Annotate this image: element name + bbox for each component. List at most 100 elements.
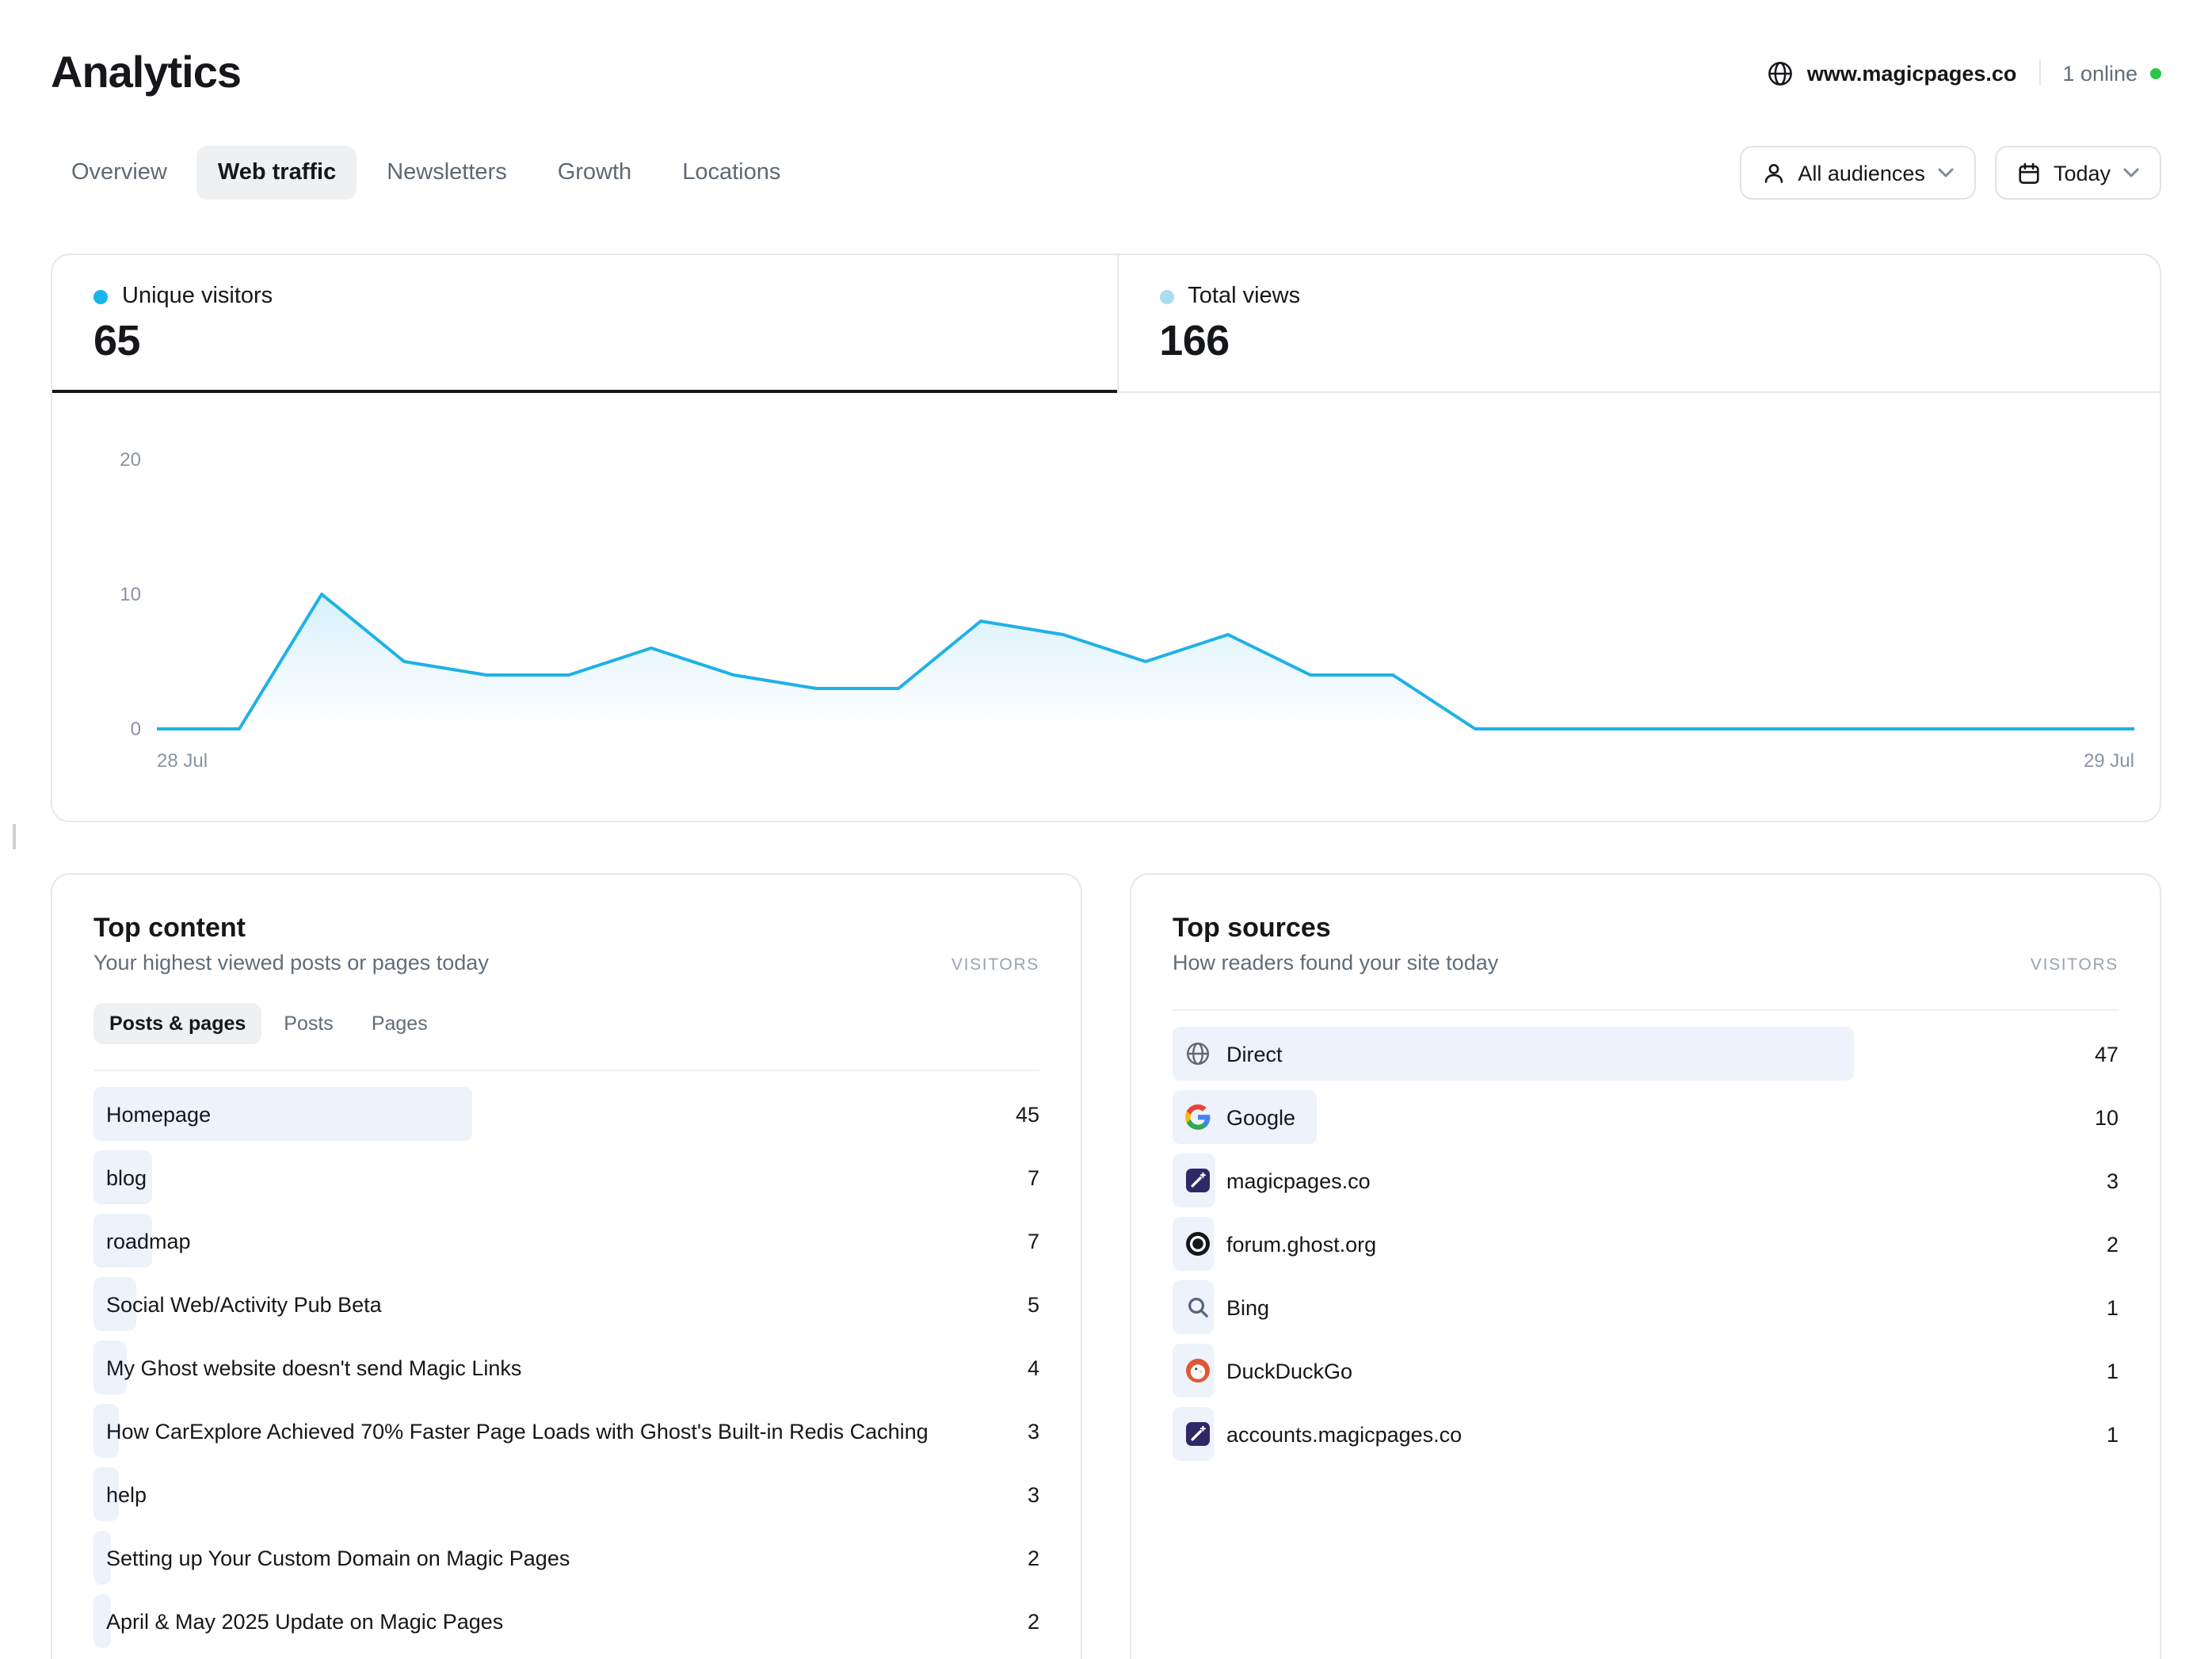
content-row[interactable]: help3 xyxy=(93,1463,1039,1526)
bottom-cards: Top content Your highest viewed posts or… xyxy=(51,873,2161,1659)
tab-web-traffic[interactable]: Web traffic xyxy=(197,146,357,200)
ghost-icon xyxy=(1185,1231,1211,1257)
magicpages-icon xyxy=(1185,1421,1211,1447)
magicpages-icon xyxy=(1185,1168,1211,1193)
y-tick-label: 10 xyxy=(52,582,141,607)
divider xyxy=(1173,1009,2119,1011)
source-row[interactable]: Bing1 xyxy=(1173,1276,2119,1339)
content-type-tabs: Posts & pagesPostsPages xyxy=(93,1003,1039,1044)
row-value: 10 xyxy=(2095,1105,2119,1129)
row-value: 4 xyxy=(1028,1356,1039,1379)
stat-value: 65 xyxy=(93,317,1075,366)
row-label: How CarExplore Achieved 70% Faster Page … xyxy=(93,1419,1028,1443)
chart-plot xyxy=(157,412,2134,753)
divider xyxy=(93,1070,1039,1071)
stats-row: Unique visitors 65 Total views 166 xyxy=(52,255,2160,393)
row-value: 1 xyxy=(2107,1295,2119,1319)
date-range-label: Today xyxy=(2054,161,2111,185)
card-subtitle: How readers found your site today xyxy=(1173,951,1498,974)
content-row[interactable]: Social Web/Activity Pub Beta5 xyxy=(93,1272,1039,1336)
row-label: help xyxy=(93,1482,1028,1506)
row-label: accounts.magicpages.co xyxy=(1211,1422,2107,1446)
row-label: Setting up Your Custom Domain on Magic P… xyxy=(93,1546,1028,1569)
y-tick-label: 0 xyxy=(52,716,141,742)
content-row[interactable]: roadmap7 xyxy=(93,1209,1039,1272)
site-info: www.magicpages.co 1 online xyxy=(1768,59,2161,86)
source-row[interactable]: accounts.magicpages.co1 xyxy=(1173,1402,2119,1466)
row-label: Bing xyxy=(1211,1295,2107,1319)
row-label: April & May 2025 Update on Magic Pages xyxy=(93,1609,1028,1633)
row-value: 7 xyxy=(1028,1229,1039,1253)
row-label: My Ghost website doesn't send Magic Link… xyxy=(93,1356,1028,1379)
analytics-tabs: OverviewWeb trafficNewslettersGrowthLoca… xyxy=(51,146,801,200)
content-row[interactable]: Homepage45 xyxy=(93,1082,1039,1146)
vertical-divider xyxy=(2038,60,2040,86)
visitors-column-header: VISITORS xyxy=(2031,955,2119,974)
row-value: 3 xyxy=(2107,1169,2119,1192)
card-title: Top sources xyxy=(1173,913,1498,944)
content-row[interactable]: April & May 2025 Update on Magic Pages2 xyxy=(93,1589,1039,1653)
visitors-column-header: VISITORS xyxy=(952,955,1039,974)
online-count: 1 online xyxy=(2062,61,2138,85)
tab-overview[interactable]: Overview xyxy=(51,146,188,200)
content-row[interactable]: blog7 xyxy=(93,1146,1039,1209)
bing-icon xyxy=(1185,1295,1211,1320)
y-tick-label: 20 xyxy=(52,447,141,472)
unique-visitors-dot xyxy=(93,289,108,303)
online-status-dot xyxy=(2150,67,2161,78)
source-row[interactable]: magicpages.co3 xyxy=(1173,1149,2119,1212)
tab-growth[interactable]: Growth xyxy=(537,146,653,200)
row-value: 1 xyxy=(2107,1359,2119,1382)
row-value: 45 xyxy=(1016,1102,1039,1126)
row-label: forum.ghost.org xyxy=(1211,1232,2107,1256)
tab-locations[interactable]: Locations xyxy=(662,146,801,200)
total-views-dot xyxy=(1159,289,1173,303)
top-content-card: Top content Your highest viewed posts or… xyxy=(51,873,1082,1659)
row-label: Social Web/Activity Pub Beta xyxy=(93,1292,1028,1316)
top-sources-list: Direct47Google10magicpages.co3forum.ghos… xyxy=(1173,1022,2119,1466)
web-traffic-card: Unique visitors 65 Total views 166 0 10 20 xyxy=(51,254,2161,822)
audience-filter-button[interactable]: All audiences xyxy=(1739,146,1976,200)
google-icon xyxy=(1185,1104,1211,1130)
stat-label: Total views xyxy=(1188,284,1300,309)
row-label: DuckDuckGo xyxy=(1211,1359,2107,1382)
tab-posts-pages[interactable]: Posts & pages xyxy=(93,1003,261,1044)
page-title: Analytics xyxy=(51,48,241,98)
tab-pages[interactable]: Pages xyxy=(356,1003,444,1044)
duckduckgo-icon xyxy=(1185,1358,1211,1383)
source-row[interactable]: DuckDuckGo1 xyxy=(1173,1339,2119,1402)
tab-posts[interactable]: Posts xyxy=(268,1003,349,1044)
stat-unique-visitors[interactable]: Unique visitors 65 xyxy=(52,255,1116,391)
tab-newsletters[interactable]: Newsletters xyxy=(366,146,528,200)
row-label: Homepage xyxy=(93,1102,1016,1126)
row-value: 3 xyxy=(1028,1419,1039,1443)
stray-caret-artifact xyxy=(13,824,16,849)
row-label: roadmap xyxy=(93,1229,1028,1253)
row-label: Direct xyxy=(1211,1042,2095,1066)
row-value: 1 xyxy=(2107,1422,2119,1446)
filters: All audiences Today xyxy=(1739,146,2161,200)
row-label: blog xyxy=(93,1165,1028,1189)
analytics-nav: OverviewWeb trafficNewslettersGrowthLoca… xyxy=(51,146,2161,200)
person-icon xyxy=(1761,161,1785,185)
content-row[interactable]: My Ghost website doesn't send Magic Link… xyxy=(93,1336,1039,1399)
source-row[interactable]: Direct47 xyxy=(1173,1022,2119,1085)
content-row[interactable]: Setting up Your Custom Domain on Magic P… xyxy=(93,1526,1039,1589)
source-row[interactable]: forum.ghost.org2 xyxy=(1173,1212,2119,1276)
analytics-page: Analytics www.magicpages.co 1 online Ove… xyxy=(0,0,2212,1659)
site-domain-link[interactable]: www.magicpages.co xyxy=(1807,61,2017,85)
row-label: magicpages.co xyxy=(1211,1169,2107,1192)
source-row[interactable]: Google10 xyxy=(1173,1085,2119,1149)
row-value: 5 xyxy=(1028,1292,1039,1316)
stat-total-views[interactable]: Total views 166 xyxy=(1116,255,2160,391)
x-axis-start-label: 28 Jul xyxy=(157,749,208,772)
top-sources-card: Top sources How readers found your site … xyxy=(1130,873,2161,1659)
globe-icon xyxy=(1768,59,1794,86)
date-range-button[interactable]: Today xyxy=(1995,146,2161,200)
top-bar: Analytics www.magicpages.co 1 online xyxy=(51,0,2161,98)
calendar-icon xyxy=(2017,161,2041,185)
row-value: 2 xyxy=(1028,1609,1039,1633)
content-row[interactable]: How CarExplore Achieved 70% Faster Page … xyxy=(93,1399,1039,1463)
top-content-list: Homepage45blog7roadmap7Social Web/Activi… xyxy=(93,1082,1039,1653)
stat-value: 166 xyxy=(1159,317,2119,366)
